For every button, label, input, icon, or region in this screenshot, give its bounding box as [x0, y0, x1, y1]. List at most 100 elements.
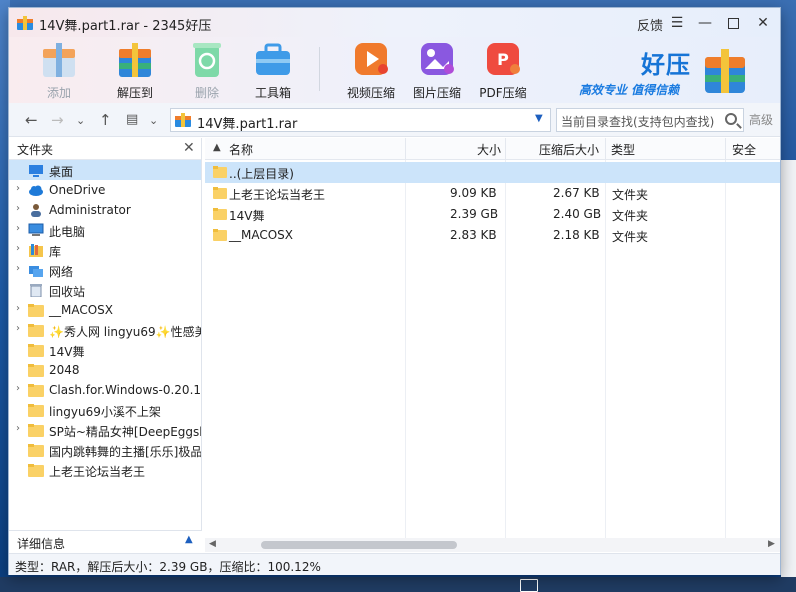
tree-item-0[interactable]: 桌面 [9, 160, 201, 180]
image-compress-button[interactable]: 图片压缩 [405, 39, 469, 101]
file-type: 文件夹 [612, 230, 649, 244]
column-security[interactable]: 安全 [732, 141, 756, 158]
path-dropdown-icon[interactable]: ▼ [535, 113, 543, 124]
tree-item-label: OneDrive [49, 183, 106, 197]
file-row[interactable]: 14V舞 2.39 GB 2.40 GB 文件夹 [205, 204, 780, 225]
chevron-right-icon[interactable]: › [16, 303, 20, 314]
tree-item-14[interactable]: 国内跳韩舞的主播[乐乐]极品 [9, 440, 201, 460]
maximize-button[interactable] [721, 12, 745, 34]
sort-up-icon: ▲ [213, 142, 221, 153]
add-button[interactable]: 添加 [27, 39, 91, 101]
brand-logo: 好压 高效专业 值得信赖 [579, 41, 779, 101]
menu-button[interactable]: ☰ [665, 12, 689, 34]
title-bar[interactable]: 14V舞.part1.rar - 2345好压 反馈 ☰ — ✕ [9, 8, 780, 37]
tree-item-label: __MACOSX [49, 303, 114, 317]
file-list-header: ▲ 名称 大小 压缩后大小 类型 安全 [205, 138, 780, 160]
tree-item-2[interactable]: › Administrator [9, 200, 201, 220]
extract-to-icon [119, 43, 151, 77]
back-arrow-icon[interactable]: ← [25, 111, 38, 129]
column-type[interactable]: 类型 [611, 141, 635, 158]
folder-icon [28, 404, 44, 417]
file-packed-size: 2.18 KB [553, 228, 600, 242]
search-icon[interactable] [725, 113, 737, 125]
tree-item-13[interactable]: › SP站~精品女神[DeepEggsh [9, 420, 201, 440]
column-name[interactable]: 名称 [229, 141, 253, 158]
scrollbar-thumb[interactable] [261, 541, 457, 549]
tree-item-12[interactable]: lingyu69小溪不上架 [9, 400, 201, 420]
chevron-right-icon[interactable]: › [16, 203, 20, 214]
pdf-compress-icon: P [487, 43, 520, 75]
folder-icon [213, 187, 227, 199]
status-bar: 类型：RAR，解压后大小：2.39 GB，压缩比：100.12% [9, 553, 780, 575]
file-list: ▲ 名称 大小 压缩后大小 类型 安全 ..(上层目录) 上老王论坛当老王 9.09… [205, 138, 780, 552]
address-bar: ← → ⌄ ↑ ▤ ⌄ 14V舞.part1.rar ▼ 当前目录查找(支持包内… [9, 103, 780, 137]
chevron-right-icon[interactable]: › [16, 423, 20, 434]
mail-icon[interactable] [520, 579, 538, 592]
tree-item-3[interactable]: › 此电脑 [9, 220, 201, 240]
tree-item-9[interactable]: 14V舞 [9, 340, 201, 360]
scroll-right-icon[interactable]: ▶ [768, 539, 775, 549]
up-arrow-icon[interactable]: ↑ [99, 111, 112, 129]
details-toggle[interactable]: 详细信息 ▲ [9, 530, 202, 552]
view-mode-icon[interactable]: ▤ [126, 112, 138, 127]
column-divider[interactable] [605, 138, 606, 160]
status-text: 类型：RAR，解压后大小：2.39 GB，压缩比：100.12% [15, 560, 321, 574]
video-compress-button[interactable]: 视频压缩 [339, 39, 403, 101]
path-field[interactable]: 14V舞.part1.rar ▼ [170, 108, 551, 132]
tree-item-7[interactable]: › __MACOSX [9, 300, 201, 320]
column-size[interactable]: 大小 [477, 141, 501, 158]
tree-item-5[interactable]: › 网络 [9, 260, 201, 280]
file-name: ..(上层目录) [229, 167, 294, 181]
pdf-compress-button[interactable]: P PDF压缩 [471, 39, 535, 101]
tree-item-11[interactable]: › Clash.for.Windows-0.20.16 [9, 380, 201, 400]
tree-item-label: Clash.for.Windows-0.20.16 [49, 383, 202, 397]
tree-item-10[interactable]: 2048 [9, 360, 201, 380]
tree-item-label: 上老王论坛当老王 [49, 465, 146, 479]
file-row[interactable]: __MACOSX 2.83 KB 2.18 KB 文件夹 [205, 225, 780, 246]
search-input[interactable]: 当前目录查找(支持包内查找) [556, 108, 744, 132]
close-button[interactable]: ✕ [751, 12, 775, 34]
tree-item-15[interactable]: 上老王论坛当老王 [9, 460, 201, 480]
close-pane-icon[interactable]: ✕ [183, 140, 195, 156]
chevron-right-icon[interactable]: › [16, 383, 20, 394]
background-window-edge [781, 160, 796, 580]
feedback-link[interactable]: 反馈 [637, 15, 663, 34]
tree-item-4[interactable]: › 库 [9, 240, 201, 260]
extract-to-button[interactable]: 解压到 [103, 39, 167, 101]
folder-icon [28, 364, 44, 377]
forward-arrow-icon[interactable]: → [51, 111, 64, 129]
toolbox-button[interactable]: 工具箱 [241, 39, 305, 101]
file-row[interactable]: 上老王论坛当老王 9.09 KB 2.67 KB 文件夹 [205, 183, 780, 204]
folder-icon [28, 324, 44, 337]
toolbox-label: 工具箱 [254, 86, 291, 100]
column-divider[interactable] [505, 138, 506, 160]
file-row[interactable]: ..(上层目录) [205, 162, 780, 183]
minimize-button[interactable]: — [693, 12, 717, 34]
chevron-right-icon[interactable]: › [16, 223, 20, 234]
close-icon: ✕ [757, 15, 769, 31]
folder-icon [213, 166, 227, 178]
column-divider[interactable] [405, 138, 406, 160]
chevron-right-icon[interactable]: › [16, 263, 20, 274]
chevron-right-icon[interactable]: › [16, 183, 20, 194]
column-packed-size[interactable]: 压缩后大小 [539, 141, 599, 158]
horizontal-scrollbar[interactable]: ◀ ▶ [205, 538, 780, 552]
desktop-icon [29, 165, 43, 177]
delete-button[interactable]: 删除 [175, 39, 239, 101]
folder-icon [28, 304, 44, 317]
tree-item-6[interactable]: 回收站 [9, 280, 201, 300]
tree-item-8[interactable]: › ✨秀人网 lingyu69✨性感美 [9, 320, 201, 340]
advanced-search-link[interactable]: 高级 [749, 111, 773, 128]
history-dropdown-icon[interactable]: ⌄ [76, 114, 85, 127]
file-name: 14V舞 [229, 209, 265, 223]
folder-icon [28, 424, 44, 437]
pdf-compress-label: PDF压缩 [479, 86, 527, 100]
chevron-right-icon[interactable]: › [16, 243, 20, 254]
chevron-up-icon[interactable]: ▲ [185, 534, 193, 545]
chevron-right-icon[interactable]: › [16, 323, 20, 334]
recycle-delete-icon [193, 43, 221, 77]
column-divider[interactable] [725, 138, 726, 160]
view-dropdown-icon[interactable]: ⌄ [149, 114, 158, 127]
scroll-left-icon[interactable]: ◀ [209, 539, 216, 549]
tree-item-1[interactable]: › OneDrive [9, 180, 201, 200]
